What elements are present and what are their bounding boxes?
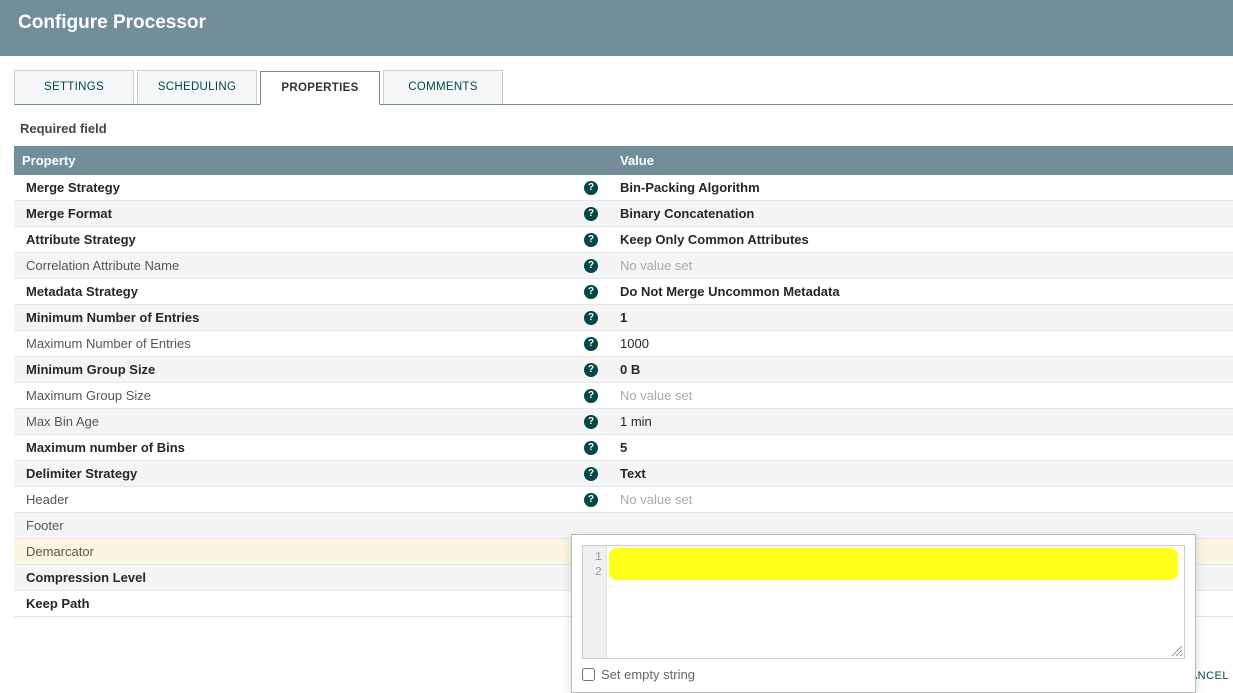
property-value-cell[interactable]: 5 [612, 435, 1233, 460]
tab-scheduling[interactable]: SCHEDULING [137, 70, 257, 104]
table-row[interactable]: Maximum Number of Entries?1000 [14, 331, 1233, 357]
property-name-cell: Metadata Strategy? [14, 279, 612, 304]
property-name: Delimiter Strategy [26, 466, 137, 481]
property-name-cell: Header? [14, 487, 612, 512]
value-editor-popup: 12 Set empty string [571, 534, 1196, 693]
property-value-cell[interactable] [612, 521, 1233, 531]
code-editor[interactable]: 12 [582, 545, 1185, 659]
property-value-cell[interactable]: 1 min [612, 409, 1233, 434]
editor-gutter: 12 [583, 546, 607, 658]
property-value-cell[interactable]: Binary Concatenation [612, 201, 1233, 226]
table-row[interactable]: Header?No value set [14, 487, 1233, 513]
property-value-cell[interactable]: Bin-Packing Algorithm [612, 175, 1233, 200]
resize-handle-icon[interactable] [1170, 644, 1182, 656]
table-row[interactable]: Attribute Strategy?Keep Only Common Attr… [14, 227, 1233, 253]
property-value-cell[interactable]: 1000 [612, 331, 1233, 356]
property-name: Merge Strategy [26, 180, 120, 195]
editor-area[interactable] [607, 546, 1184, 658]
table-row[interactable]: Delimiter Strategy?Text [14, 461, 1233, 487]
property-name: Header [26, 492, 69, 507]
table-row[interactable]: Correlation Attribute Name?No value set [14, 253, 1233, 279]
property-name: Attribute Strategy [26, 232, 136, 247]
set-empty-string-checkbox[interactable] [582, 668, 595, 681]
help-icon[interactable]: ? [584, 233, 598, 247]
property-name: Minimum Number of Entries [26, 310, 199, 325]
property-value-cell[interactable]: No value set [612, 253, 1233, 278]
required-field-label: Required field [20, 121, 1233, 136]
property-name: Metadata Strategy [26, 284, 138, 299]
property-name-cell: Delimiter Strategy? [14, 461, 612, 486]
property-name: Compression Level [26, 570, 146, 585]
help-icon[interactable]: ? [584, 181, 598, 195]
dialog-header: Configure Processor [0, 0, 1233, 56]
set-empty-string-label: Set empty string [601, 667, 695, 682]
property-name-cell: Footer [14, 513, 612, 538]
property-name-cell: Compression Level [14, 565, 612, 590]
property-value-cell[interactable]: 0 B [612, 357, 1233, 382]
property-name-cell: Max Bin Age? [14, 409, 612, 434]
help-icon[interactable]: ? [584, 337, 598, 351]
tab-bar: SETTINGSSCHEDULINGPROPERTIESCOMMENTS [14, 70, 1233, 105]
help-icon[interactable]: ? [584, 389, 598, 403]
help-icon[interactable]: ? [584, 259, 598, 273]
gutter-line: 2 [587, 565, 602, 580]
table-row[interactable]: Minimum Number of Entries?1 [14, 305, 1233, 331]
property-value-cell[interactable]: No value set [612, 383, 1233, 408]
table-header: Property Value [14, 146, 1233, 175]
property-value-cell[interactable]: Text [612, 461, 1233, 486]
property-name: Maximum number of Bins [26, 440, 185, 455]
property-name-cell: Maximum number of Bins? [14, 435, 612, 460]
property-name: Merge Format [26, 206, 112, 221]
property-name-cell: Minimum Number of Entries? [14, 305, 612, 330]
property-name: Minimum Group Size [26, 362, 155, 377]
highlight-marker [609, 548, 1178, 580]
table-row[interactable]: Minimum Group Size?0 B [14, 357, 1233, 383]
help-icon[interactable]: ? [584, 311, 598, 325]
help-icon[interactable]: ? [584, 441, 598, 455]
property-name: Maximum Group Size [26, 388, 151, 403]
table-row[interactable]: Max Bin Age?1 min [14, 409, 1233, 435]
property-value-cell[interactable]: Keep Only Common Attributes [612, 227, 1233, 252]
table-row[interactable]: Metadata Strategy?Do Not Merge Uncommon … [14, 279, 1233, 305]
property-name-cell: Correlation Attribute Name? [14, 253, 612, 278]
tab-properties[interactable]: PROPERTIES [260, 71, 380, 105]
help-icon[interactable]: ? [584, 363, 598, 377]
property-name-cell: Merge Strategy? [14, 175, 612, 200]
property-name-cell: Minimum Group Size? [14, 357, 612, 382]
property-name-cell: Attribute Strategy? [14, 227, 612, 252]
property-name-cell: Maximum Number of Entries? [14, 331, 612, 356]
help-icon[interactable]: ? [584, 493, 598, 507]
property-name: Footer [26, 518, 64, 533]
property-name-cell: Demarcator [14, 539, 612, 564]
set-empty-string-option[interactable]: Set empty string [582, 667, 1185, 682]
property-name-cell: Merge Format? [14, 201, 612, 226]
table-row[interactable]: Maximum Group Size?No value set [14, 383, 1233, 409]
table-row[interactable]: Maximum number of Bins?5 [14, 435, 1233, 461]
property-name: Maximum Number of Entries [26, 336, 191, 351]
col-property: Property [14, 146, 612, 175]
property-value-cell[interactable]: 1 [612, 305, 1233, 330]
property-value-cell[interactable]: Do Not Merge Uncommon Metadata [612, 279, 1233, 304]
help-icon[interactable]: ? [584, 207, 598, 221]
table-row[interactable]: Merge Format?Binary Concatenation [14, 201, 1233, 227]
table-row[interactable]: Merge Strategy?Bin-Packing Algorithm [14, 175, 1233, 201]
help-icon[interactable]: ? [584, 285, 598, 299]
gutter-line: 1 [587, 550, 602, 565]
help-icon[interactable]: ? [584, 467, 598, 481]
tab-settings[interactable]: SETTINGS [14, 70, 134, 104]
tab-comments[interactable]: COMMENTS [383, 70, 503, 104]
property-name: Keep Path [26, 596, 90, 611]
property-name: Max Bin Age [26, 414, 99, 429]
dialog-title: Configure Processor [18, 12, 206, 33]
property-name-cell: Maximum Group Size? [14, 383, 612, 408]
tab-bar-spacer [506, 70, 1233, 104]
col-value: Value [612, 146, 1233, 175]
property-value-cell[interactable]: No value set [612, 487, 1233, 512]
property-name: Correlation Attribute Name [26, 258, 179, 273]
property-name-cell: Keep Path [14, 591, 612, 616]
help-icon[interactable]: ? [584, 415, 598, 429]
property-name: Demarcator [26, 544, 94, 559]
